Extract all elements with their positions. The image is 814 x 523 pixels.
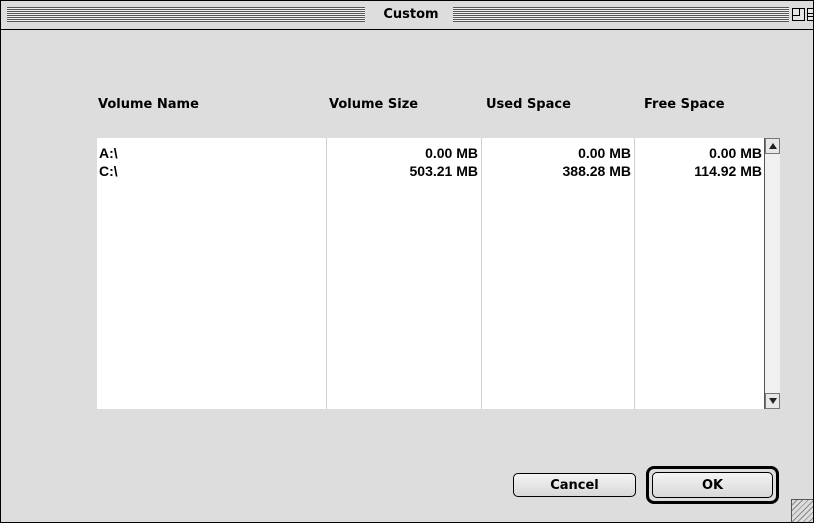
free-space-cell: 0.00 MB	[709, 145, 762, 161]
scroll-up-arrow-icon[interactable]	[765, 138, 780, 154]
vertical-scrollbar[interactable]	[764, 138, 780, 409]
title-bar[interactable]: Custom	[1, 1, 813, 30]
column-header-volume-name[interactable]: Volume Name	[98, 97, 199, 113]
custom-window: Custom Volume Name Volume Size Used Spac…	[0, 0, 814, 523]
title-bar-stripes-left	[7, 7, 365, 22]
window-title: Custom	[383, 7, 439, 22]
ok-button[interactable]: OK	[652, 472, 773, 498]
column-header-used-space[interactable]: Used Space	[486, 97, 571, 113]
volume-size-cell: 503.21 MB	[409, 163, 478, 179]
collapse-box-icon[interactable]	[807, 8, 813, 21]
volume-name-cell: C:\	[99, 163, 118, 179]
used-space-cell: 0.00 MB	[578, 145, 631, 161]
column-header-volume-size[interactable]: Volume Size	[329, 97, 418, 113]
volume-size-cell: 0.00 MB	[425, 145, 478, 161]
zoom-box-icon[interactable]	[792, 8, 805, 21]
used-space-cell: 388.28 MB	[562, 163, 631, 179]
volume-name-cell: A:\	[99, 145, 118, 161]
free-space-cell: 114.92 MB	[694, 163, 762, 179]
title-bar-stripes-right	[453, 7, 789, 22]
cancel-button[interactable]: Cancel	[513, 473, 636, 497]
scroll-down-arrow-icon[interactable]	[765, 393, 780, 409]
grow-box-icon[interactable]	[791, 499, 813, 522]
volume-list[interactable]: A:\ 0.00 MB 0.00 MB 0.00 MB C:\ 503.21 M…	[97, 138, 764, 409]
column-header-free-space[interactable]: Free Space	[644, 97, 725, 113]
